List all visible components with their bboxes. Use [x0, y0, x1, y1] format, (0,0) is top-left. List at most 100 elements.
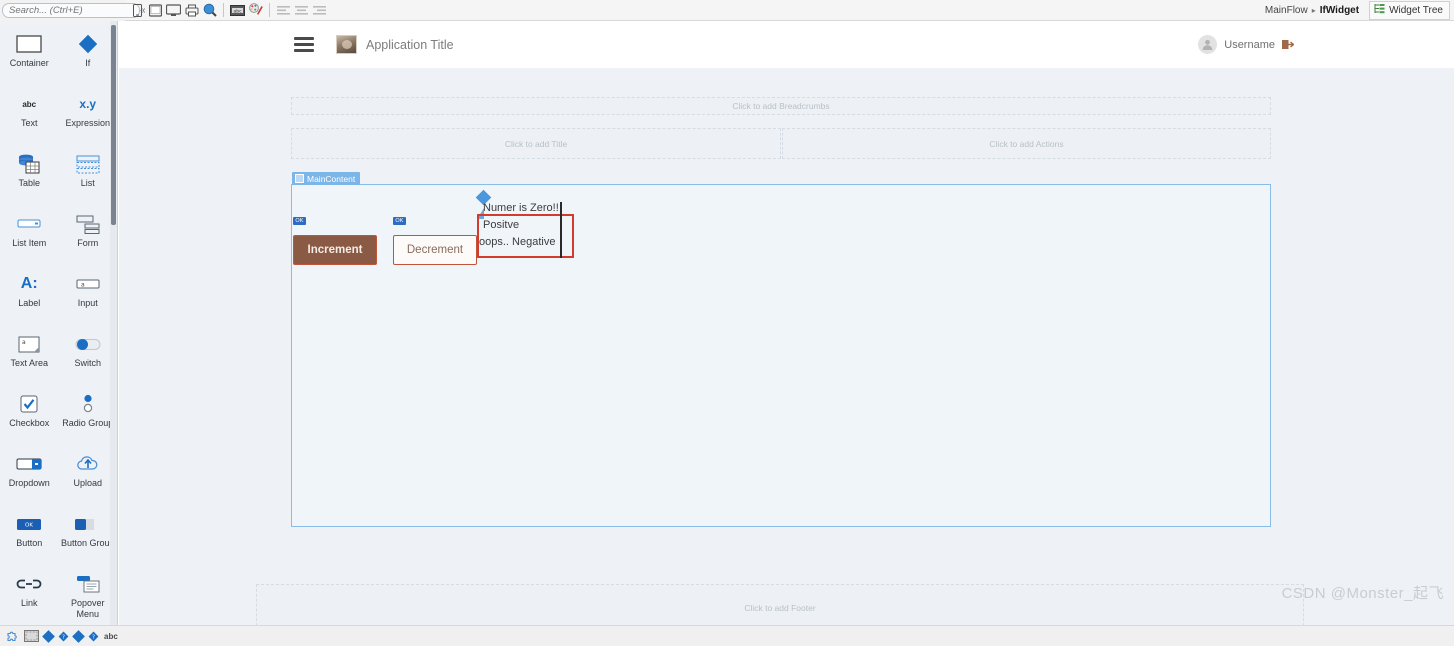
palette-item-label: Label: [18, 298, 41, 308]
tree-icon: [1374, 3, 1385, 17]
toolbar-divider-2: [269, 3, 270, 17]
toolbar-icon[interactable]: abc: [229, 2, 246, 19]
if-widget[interactable]: Numer is Zero!! Positve oops.. Negative: [475, 189, 575, 262]
palette-scroll-track[interactable]: [110, 21, 117, 625]
palette-item-label: Checkbox: [9, 418, 50, 428]
palette-item-label: Radio Group: [62, 418, 114, 428]
breadcrumb-root[interactable]: MainFlow: [1265, 5, 1308, 16]
logout-icon[interactable]: [1282, 39, 1294, 50]
palette-item-label: Button Group: [60, 538, 115, 548]
palette-item-label: Text Area: [10, 358, 49, 368]
palette-item-form[interactable]: Form: [59, 207, 118, 267]
palette-item-link[interactable]: Link: [0, 567, 59, 625]
align-left-icon[interactable]: [275, 2, 292, 19]
palette-item-list-item[interactable]: List Item: [0, 207, 59, 267]
placeholder-footer-label: Click to add Footer: [744, 602, 816, 613]
design-canvas[interactable]: Application Title Username Click to add …: [119, 21, 1454, 625]
if-question-diamond-icon-2[interactable]: ?: [88, 629, 99, 643]
palette-item-container[interactable]: Container: [0, 27, 59, 87]
breadcrumb-current[interactable]: IfWidget: [1320, 5, 1359, 16]
desktop-preview-icon[interactable]: [165, 2, 182, 19]
svg-text:a: a: [22, 339, 26, 346]
app-header: Application Title Username: [119, 21, 1454, 68]
palette-item-button-group[interactable]: Button Group: [59, 507, 118, 567]
increment-button-badge[interactable]: OK: [293, 217, 306, 225]
zoom-preview-icon[interactable]: [201, 2, 218, 19]
top-toolbar: « abc: [0, 0, 1454, 21]
palette-item-label: Expression: [65, 118, 111, 128]
if-diamond-icon[interactable]: [42, 629, 55, 643]
placeholder-title-label: Click to add Title: [504, 138, 568, 149]
link-chain-icon: [16, 573, 42, 595]
palette-item-label: Popover Menu: [70, 598, 105, 619]
hamburger-icon[interactable]: [294, 37, 314, 52]
palette-item-table[interactable]: Table: [0, 147, 59, 207]
container-icon: [16, 33, 42, 55]
palette-item-upload[interactable]: Upload: [59, 447, 118, 507]
palette-item-label[interactable]: A: Label: [0, 267, 59, 327]
placeholder-breadcrumbs[interactable]: Click to add Breadcrumbs: [291, 97, 1271, 115]
palette-item-text-area[interactable]: a Text Area: [0, 327, 59, 387]
main-content-tag[interactable]: MainContent: [292, 172, 361, 185]
palette-item-text[interactable]: abc Text: [0, 87, 59, 147]
svg-text:a: a: [81, 282, 85, 289]
if-branch-text-zero[interactable]: Numer is Zero!!: [483, 202, 559, 214]
ide-window: « abc: [0, 0, 1454, 646]
container-outline-icon[interactable]: [24, 629, 39, 643]
print-preview-icon[interactable]: [183, 2, 200, 19]
status-bar-text: abc: [104, 631, 118, 641]
if-branch-text-positive[interactable]: Positve: [483, 219, 519, 231]
palette-item-label: Form: [77, 238, 99, 248]
placeholder-breadcrumbs-label: Click to add Breadcrumbs: [732, 101, 830, 111]
palette-item-dropdown[interactable]: Dropdown: [0, 447, 59, 507]
if-diamond-icon-2[interactable]: [72, 629, 85, 643]
palette-item-button[interactable]: OK Button: [0, 507, 59, 567]
palette-grid: Container If abc Text x.y Expression Tab…: [0, 21, 117, 625]
align-right-icon[interactable]: [311, 2, 328, 19]
palette-item-radio-group[interactable]: Radio Group: [59, 387, 118, 447]
increment-button[interactable]: Increment: [293, 235, 377, 265]
tablet-preview-icon[interactable]: [147, 2, 164, 19]
palette-item-label: Dropdown: [8, 478, 50, 488]
table-icon: [17, 153, 41, 175]
palette-item-expression[interactable]: x.y Expression: [59, 87, 118, 147]
upload-cloud-icon: [75, 453, 101, 475]
topbar-right-group: MainFlow ▸ IfWidget Widget Tree: [1265, 0, 1454, 21]
decrement-button[interactable]: Decrement: [393, 235, 477, 265]
username-label: Username: [1224, 38, 1275, 51]
palette-scrollbar-thumb[interactable]: [111, 25, 116, 225]
puzzle-icon[interactable]: [6, 629, 19, 643]
placeholder-title[interactable]: Click to add Title: [291, 128, 781, 159]
palette-item-list[interactable]: List: [59, 147, 118, 207]
palette-item-input[interactable]: a Input: [59, 267, 118, 327]
palette-item-label: List Item: [12, 238, 47, 248]
palette-item-label: Table: [18, 178, 40, 188]
placeholder-actions[interactable]: Click to add Actions: [782, 128, 1271, 159]
if-question-diamond-icon[interactable]: ?: [58, 629, 69, 643]
widget-tree-button[interactable]: Widget Tree: [1369, 0, 1450, 20]
palette-item-if[interactable]: If: [59, 27, 118, 87]
phone-preview-icon[interactable]: [129, 2, 146, 19]
palette-item-label: Link: [20, 598, 38, 608]
main-content-container[interactable]: MainContent OK Increment OK Decrement Nu…: [291, 172, 1271, 527]
user-menu[interactable]: Username: [1198, 35, 1454, 54]
theme-palette-icon[interactable]: [247, 2, 264, 19]
palette-item-label: Button: [16, 538, 43, 548]
container-tag-icon: [295, 174, 304, 183]
palette-item-popover-menu[interactable]: Popover Menu: [59, 567, 118, 625]
palette-item-checkbox[interactable]: Checkbox: [0, 387, 59, 447]
align-center-icon[interactable]: [293, 2, 310, 19]
status-bar: ? ? abc: [0, 625, 1454, 646]
placeholder-footer[interactable]: Click to add Footer: [256, 584, 1304, 625]
widget-tree-label: Widget Tree: [1389, 4, 1443, 16]
if-branch-text-negative[interactable]: oops.. Negative: [479, 236, 555, 248]
popover-menu-icon: [76, 573, 100, 595]
widget-palette: Container If abc Text x.y Expression Tab…: [0, 21, 118, 625]
increment-badge-label: OK: [295, 218, 304, 224]
application-logo: [336, 35, 357, 54]
main-content-tag-label: MainContent: [307, 173, 356, 184]
palette-item-label: If: [85, 58, 91, 68]
search-input[interactable]: [2, 2, 140, 18]
palette-item-switch[interactable]: Switch: [59, 327, 118, 387]
decrement-button-badge[interactable]: OK: [393, 217, 406, 225]
